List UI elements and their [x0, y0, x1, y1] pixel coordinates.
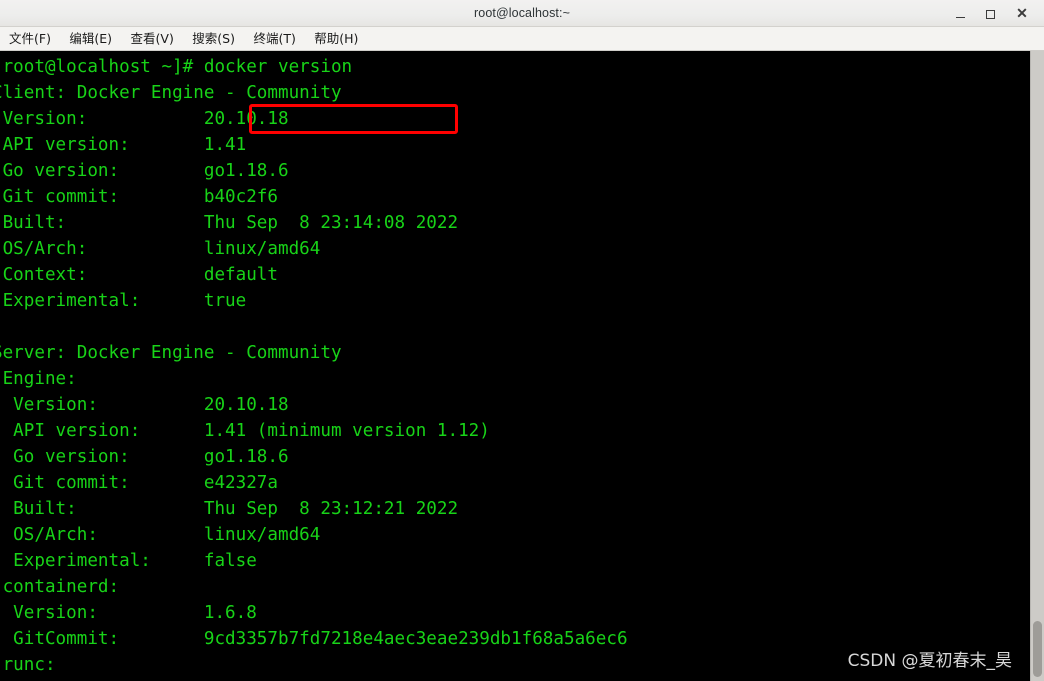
menu-item-file[interactable]: 文件(F): [2, 27, 58, 50]
maximize-icon: [985, 10, 995, 20]
window-title: root@localhost:~: [474, 6, 570, 20]
minimize-button[interactable]: [946, 0, 974, 27]
terminal-text: [root@localhost ~]# docker version Clien…: [0, 57, 628, 675]
terminal-output-area[interactable]: [root@localhost ~]# docker version Clien…: [0, 51, 1030, 681]
maximize-button[interactable]: [976, 0, 1004, 27]
menu-item-edit[interactable]: 编辑(E): [62, 27, 119, 50]
close-icon: ✕: [1016, 5, 1028, 21]
menu-item-view[interactable]: 查看(V): [124, 27, 181, 50]
watermark-label: CSDN @夏初春末_昊: [847, 651, 1012, 671]
menu-bar: 文件(F) 编辑(E) 查看(V) 搜索(S) 终端(T) 帮助(H): [0, 27, 1044, 51]
menu-item-help[interactable]: 帮助(H): [307, 27, 365, 50]
minimize-icon: [955, 16, 965, 19]
scrollbar-thumb[interactable]: [1033, 621, 1042, 677]
close-button[interactable]: ✕: [1008, 0, 1036, 27]
menu-item-terminal[interactable]: 终端(T): [246, 27, 302, 50]
title-bar: root@localhost:~ ✕: [0, 0, 1044, 27]
menu-item-search[interactable]: 搜索(S): [185, 27, 242, 50]
terminal-window: root@localhost:~ ✕ 文件(F) 编辑(E) 查看(V) 搜索(…: [0, 0, 1044, 681]
terminal-scrollbar[interactable]: [1030, 51, 1044, 681]
